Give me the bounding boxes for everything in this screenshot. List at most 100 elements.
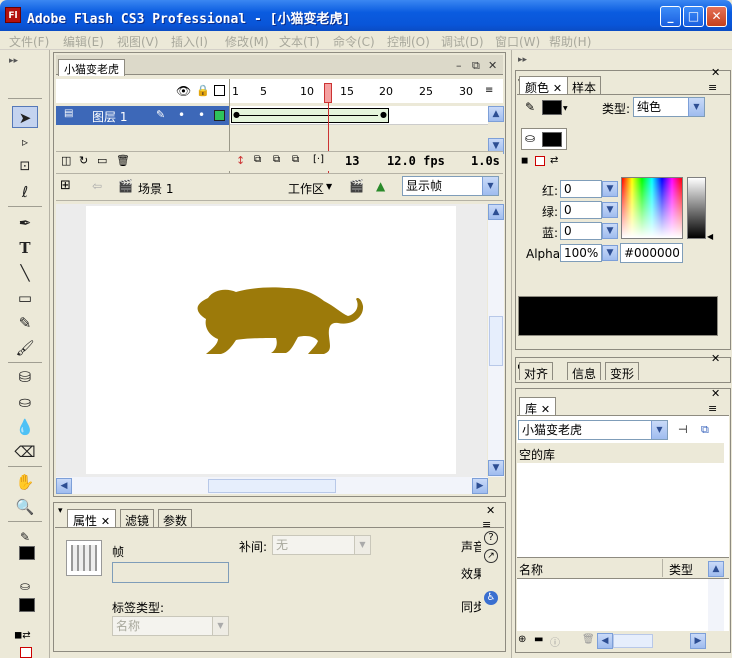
lasso-tool-icon[interactable]: ℓ [12,181,38,203]
chevron-down-icon[interactable]: ▼ [602,181,618,197]
stage-scroll-left[interactable]: ◀ [56,478,72,494]
ink-bottle-tool-icon[interactable]: ⛁ [12,366,38,388]
line-tool-icon[interactable]: ╲ [12,262,38,284]
scene-name[interactable]: 场景 1 [138,180,173,197]
fill-type-select[interactable]: 纯色 ▼ [633,97,705,117]
accessibility-icon[interactable]: ♿ [484,591,498,605]
insert-layer-icon[interactable]: ◫ [61,154,71,167]
menu-control[interactable]: 控制(O) [387,33,430,50]
minimize-button[interactable]: _ [660,6,681,27]
menu-modify[interactable]: 修改(M) [225,33,269,50]
layer-name[interactable]: 图层 1 [92,108,127,125]
lock-icon[interactable]: 🔒 [196,84,210,97]
zoom-tool-icon[interactable]: 🔍 [12,496,38,518]
tab-swatches[interactable]: 样本 [567,76,602,95]
no-color-icon[interactable] [535,156,545,166]
selection-tool-icon[interactable]: ➤ [12,106,38,128]
timeline-menu-icon[interactable]: ≡ [485,85,493,96]
rectangle-tool-icon[interactable]: ▭ [12,287,38,309]
text-tool-icon[interactable]: T [12,237,38,259]
outline-color-swatch[interactable] [214,110,225,121]
swap-colors-icon[interactable]: ⇄ [550,155,558,166]
close-panel-icon[interactable]: ✕ [711,387,720,400]
chevron-down-icon[interactable]: ▼ [482,177,498,195]
menu-text[interactable]: 文本(T) [279,33,320,50]
chevron-down-icon[interactable]: ▼ [688,98,704,116]
subselection-tool-icon[interactable]: ▹ [12,131,38,153]
minimize-panel-icon[interactable]: – [456,59,462,72]
label-type-select[interactable]: 名称 ▼ [112,616,229,636]
restore-panel-icon[interactable]: ⧉ [472,59,480,73]
tab-info[interactable]: 信息 [567,362,602,381]
onion-skin-icon[interactable]: ⧉ [254,154,261,165]
pin-library-icon[interactable]: ⊣ [678,423,688,436]
expand-icon[interactable]: ▸▸ [518,55,527,65]
library-scroll-right[interactable]: ▶ [690,633,706,649]
workspace-dropdown-icon[interactable]: ▼ [326,182,332,191]
tab-color[interactable]: 颜色 ✕ [519,76,569,95]
pen-tool-icon[interactable]: ✒ [12,212,38,234]
hex-input[interactable]: #000000 [620,243,683,263]
stage[interactable] [86,206,456,474]
menu-window[interactable]: 窗口(W) [495,33,540,50]
lock-dot[interactable]: • [198,108,205,122]
close-button[interactable]: ✕ [706,6,727,27]
stage-scroll-up[interactable]: ▲ [488,204,504,220]
insert-folder-icon[interactable]: ▭ [97,154,107,167]
green-input[interactable]: 0 [560,201,602,219]
help-icon[interactable]: ? [484,531,498,545]
fill-swatch[interactable] [542,132,562,147]
new-symbol-icon[interactable]: ⊕ [518,634,526,645]
chevron-down-icon[interactable]: ▼ [602,202,618,218]
menu-help[interactable]: 帮助(H) [549,33,591,50]
tab-properties[interactable]: 属性 ✕ [67,509,117,528]
tween-select[interactable]: 无 ▼ [272,535,371,555]
maximize-button[interactable]: □ [683,6,704,27]
no-color-icon[interactable] [20,647,32,658]
workspace-menu[interactable]: 工作区 [288,180,324,197]
sort-icon[interactable]: ▲ [708,561,724,577]
red-input[interactable]: 0 [560,180,602,198]
new-library-icon[interactable]: ⧉ [701,423,709,437]
free-transform-tool-icon[interactable]: ⊡ [12,156,38,178]
frame-rate[interactable]: 12.0 fps [387,154,445,168]
panel-menu-icon[interactable]: ≡ [708,402,717,415]
menu-edit[interactable]: 编辑(E) [63,33,104,50]
stage-scroll-right[interactable]: ▶ [472,478,488,494]
eye-icon[interactable]: 👁 [176,84,191,98]
eyedropper-tool-icon[interactable]: 💧 [12,416,38,438]
close-document-icon[interactable]: ✕ [488,59,497,72]
library-col-name[interactable]: 名称 [519,561,543,578]
chevron-down-icon[interactable]: ▼ [602,245,618,261]
tab-align[interactable]: 对齐 [519,362,554,381]
library-doc-select[interactable]: 小猫变老虎 ▼ [518,420,668,440]
expand-icon[interactable]: ▸▸ [9,56,18,66]
zoom-select[interactable]: 显示帧 ▼ [402,176,499,196]
eraser-tool-icon[interactable]: ⌫ [12,441,38,463]
library-scroll-left[interactable]: ◀ [597,633,613,649]
document-tab[interactable]: 小猫变老虎 [58,59,125,76]
timeline-scroll-up[interactable]: ▲ [488,106,504,122]
stroke-color-swatch[interactable] [19,546,35,560]
library-vscrollbar[interactable] [708,579,724,631]
collapse-panel-icon[interactable]: ▾ [58,506,63,516]
brightness-pointer[interactable]: ◀ [707,232,713,241]
delete-layer-icon[interactable]: 🗑 [116,154,130,167]
swap-colors-icon[interactable]: ◼⇄ [14,630,31,641]
edit-symbols-icon[interactable]: ▲ [376,179,385,193]
menu-commands[interactable]: 命令(C) [333,33,375,50]
chevron-down-icon[interactable]: ▼ [563,105,568,112]
hand-tool-icon[interactable]: ✋ [12,471,38,493]
stage-hscroll-thumb[interactable] [208,479,336,493]
back-arrow-icon[interactable]: ⇦ [92,179,102,193]
edit-multiple-frames-icon[interactable]: ⧉ [292,154,299,165]
chevron-down-icon[interactable]: ▼ [651,421,667,439]
onion-outline-icon[interactable]: ⧉ [273,154,280,165]
fill-color-icon[interactable]: ⛀ [12,575,38,597]
delete-icon[interactable]: 🗑 [582,634,595,645]
frame-name-input[interactable] [112,562,229,583]
add-guide-icon[interactable]: ↻ [79,154,88,167]
timeline-toggle-icon[interactable]: ⊞ [60,178,71,193]
menu-view[interactable]: 视图(V) [117,33,159,50]
menu-debug[interactable]: 调试(D) [441,33,484,50]
